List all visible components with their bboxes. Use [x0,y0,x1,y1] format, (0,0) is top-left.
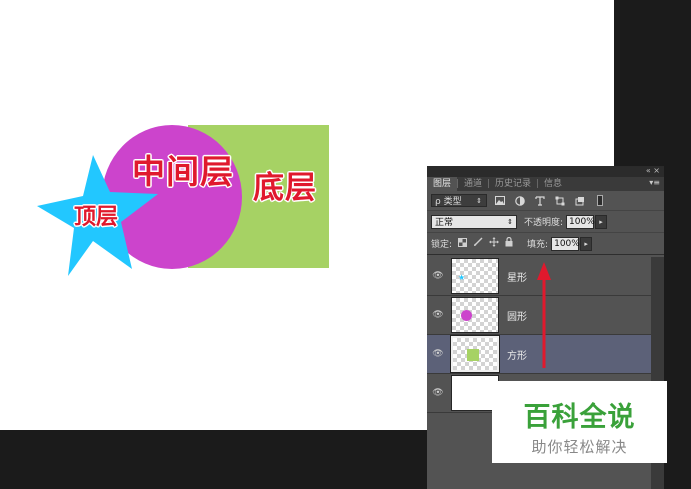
tab-layers[interactable]: 图层 [427,177,458,191]
fill-label: 填充: [527,240,549,250]
type-filter-icon[interactable] [533,194,547,208]
lock-row: 锁定: 填充: 100% ▸ [427,233,664,255]
filter-type-select[interactable]: ρ 类型 ⇕ [431,194,487,207]
filter-type-label: ρ 类型 [435,197,462,207]
filter-row: ρ 类型 ⇕ [427,191,664,211]
square-thumbnail-icon [467,349,479,361]
layer-name[interactable]: 方形 [507,347,527,362]
filter-toggle-switch[interactable] [597,195,603,206]
panel-tabs: 图层 通道 历史记录 信息 ▾≡ [427,177,664,191]
lock-position-icon[interactable] [489,237,500,250]
blend-mode-value: 正常 [435,218,454,228]
opacity-label: 不透明度: [524,218,564,228]
layer-thumbnail [450,335,500,373]
blend-mode-select[interactable]: 正常 ⇕ [431,214,517,229]
top-layer-label: 顶层 [74,205,119,230]
star-thumbnail-icon: ★ [458,273,466,282]
fill-dropdown-icon[interactable]: ▸ [580,236,593,251]
middle-layer-label: 中间层 [132,152,234,191]
watermark-subtitle: 助你轻松解决 [531,438,628,456]
filter-chevron-icon: ⇕ [476,196,482,205]
layer-name[interactable]: 圆形 [507,308,527,323]
lock-transparent-pixels-icon[interactable] [458,237,468,250]
tab-channels[interactable]: 通道 [458,177,488,191]
layer-thumbnail: ★ [451,258,499,294]
panel-title-bar: « × [427,166,664,177]
lock-image-pixels-icon[interactable] [473,237,483,250]
fill-input[interactable]: 100% [551,236,580,251]
eye-icon[interactable]: 👁︎ [427,388,449,398]
watermark-badge: 百科全说 助你轻松解决 [492,381,667,463]
smart-object-filter-icon[interactable] [573,194,587,208]
bottom-layer-label: 底层 [253,170,317,206]
photoshop-screen: 底层 中间层 顶层 « × 图层 通道 历史记录 信息 ▾≡ ρ 类型 ⇕ 正常… [0,0,691,489]
tab-history[interactable]: 历史记录 [489,177,537,191]
eye-icon[interactable]: 👁︎ [427,271,449,281]
shape-filter-icon[interactable] [553,194,567,208]
panel-collapse-close-icon[interactable]: « × [646,166,660,175]
lock-all-icon[interactable] [505,236,513,250]
panel-menu-icon[interactable]: ▾≡ [649,178,660,187]
blend-row: 正常 ⇕ 不透明度: 100% ▸ [427,211,664,233]
eye-icon[interactable]: 👁︎ [427,349,449,359]
circle-thumbnail-icon [461,310,472,321]
image-filter-icon[interactable] [493,194,507,208]
opacity-input[interactable]: 100% [566,214,595,229]
red-arrow-annotation [537,262,551,368]
eye-icon[interactable]: 👁︎ [427,310,449,320]
adjustment-filter-icon[interactable] [513,194,527,208]
layer-thumbnail [451,297,499,333]
lock-label: 锁定: [431,240,453,250]
watermark-title: 百科全说 [523,402,636,433]
opacity-dropdown-icon[interactable]: ▸ [595,214,608,229]
blend-chevron-icon: ⇕ [507,217,513,226]
tab-info[interactable]: 信息 [538,177,568,191]
layer-name[interactable]: 星形 [507,269,527,284]
